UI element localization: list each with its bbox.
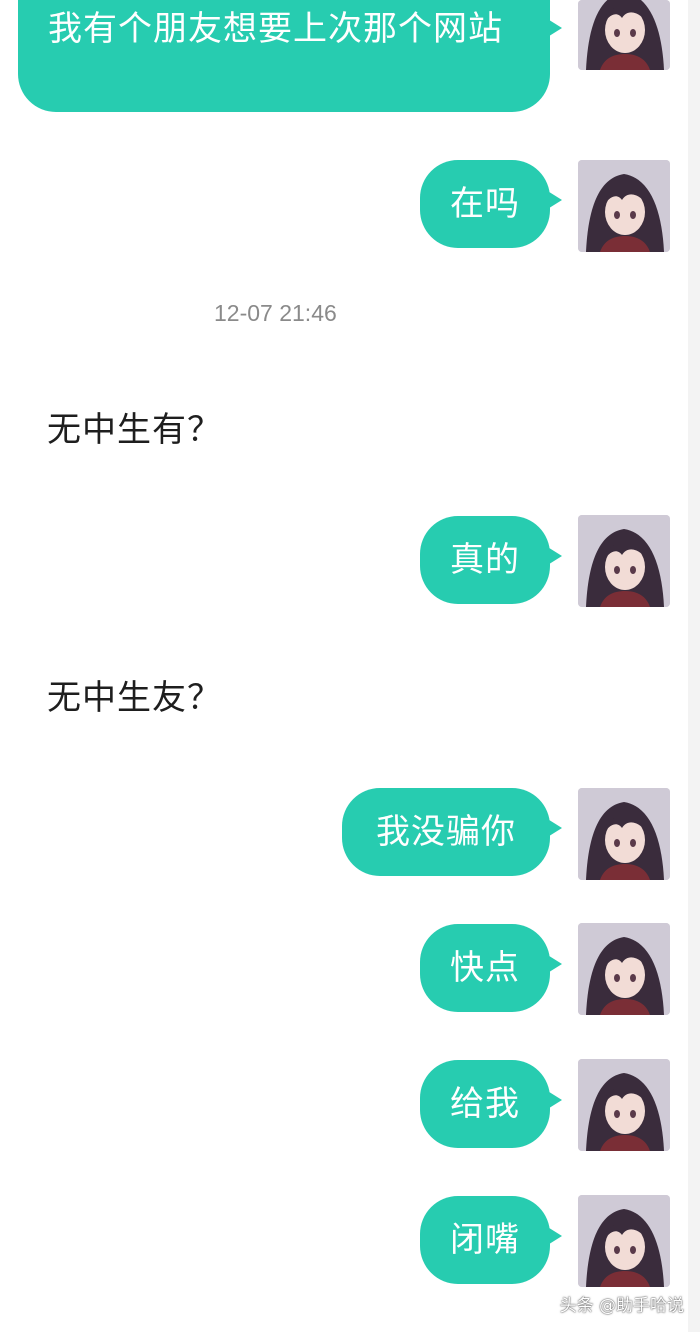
message-text: 闭嘴 — [450, 1220, 520, 1260]
avatar[interactable] — [578, 0, 670, 70]
avatar[interactable] — [578, 923, 670, 1015]
avatar[interactable] — [578, 515, 670, 607]
outgoing-message-bubble[interactable]: 闭嘴 — [420, 1196, 562, 1284]
anime-girl-avatar-icon — [578, 923, 670, 1015]
avatar[interactable] — [578, 1059, 670, 1151]
outgoing-message-bubble[interactable]: 真的 — [420, 516, 562, 604]
chat-conversation: 我有个朋友想要上次那个网站 在吗 12-07 21:46 无中生有？ 真的 无中… — [0, 0, 700, 1332]
anime-girl-avatar-icon — [578, 515, 670, 607]
avatar[interactable] — [578, 160, 670, 252]
anime-girl-avatar-icon — [578, 160, 670, 252]
incoming-message-text[interactable]: 无中生有？ — [47, 408, 222, 452]
outgoing-message-bubble[interactable]: 我有个朋友想要上次那个网站 — [18, 0, 562, 112]
incoming-message-text[interactable]: 无中生友？ — [47, 676, 222, 720]
anime-girl-avatar-icon — [578, 0, 670, 70]
anime-girl-avatar-icon — [578, 1195, 670, 1287]
avatar[interactable] — [578, 1195, 670, 1287]
message-text: 快点 — [450, 948, 520, 988]
anime-girl-avatar-icon — [578, 788, 670, 880]
edge-strip — [688, 0, 700, 1332]
message-text: 给我 — [450, 1084, 520, 1124]
outgoing-message-bubble[interactable]: 快点 — [420, 924, 562, 1012]
watermark-text: 头条 @助手哈说 — [559, 1296, 684, 1316]
message-timestamp: 12-07 21:46 — [214, 300, 337, 326]
message-text: 在吗 — [450, 184, 520, 224]
message-text: 我没骗你 — [376, 812, 516, 852]
message-text: 真的 — [450, 540, 520, 580]
message-text: 我有个朋友想要上次那个网站 — [48, 9, 503, 49]
outgoing-message-bubble[interactable]: 给我 — [420, 1060, 562, 1148]
outgoing-message-bubble[interactable]: 在吗 — [420, 160, 562, 248]
outgoing-message-bubble[interactable]: 我没骗你 — [342, 788, 562, 876]
avatar[interactable] — [578, 788, 670, 880]
anime-girl-avatar-icon — [578, 1059, 670, 1151]
